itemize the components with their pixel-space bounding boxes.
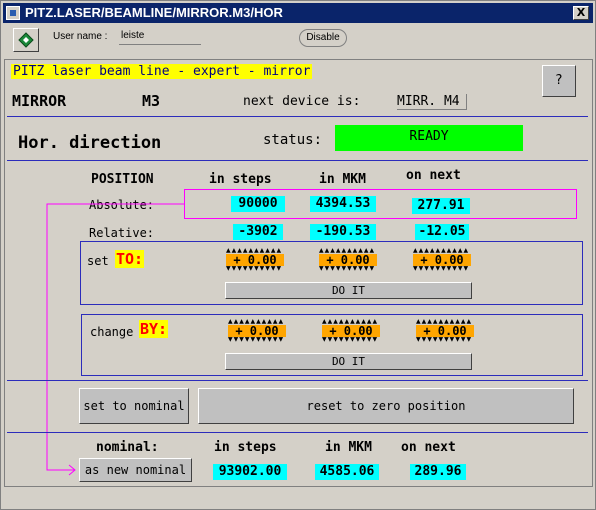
decrement-arrows[interactable]: ▼▼▼▼▼▼▼▼▼▼	[322, 337, 380, 343]
relative-steps-value: -3902	[233, 224, 283, 240]
stepper-value[interactable]: + 0.00	[228, 325, 286, 337]
set-to-keyword: TO:	[115, 250, 145, 268]
close-button[interactable]: X	[573, 6, 589, 20]
stepper-value[interactable]: + 0.00	[416, 325, 474, 337]
decrement-arrows[interactable]: ▼▼▼▼▼▼▼▼▼▼	[413, 266, 471, 272]
toolbar: User name : leiste Disable	[3, 25, 593, 55]
absolute-mkm-value: 4394.53	[310, 196, 376, 212]
next-device-value: MIRR. M4	[397, 94, 467, 110]
stepper-value[interactable]: + 0.00	[322, 325, 380, 337]
stepper-value[interactable]: + 0.00	[319, 254, 377, 266]
decrement-arrows[interactable]: ▼▼▼▼▼▼▼▼▼▼	[319, 266, 377, 272]
change-by-do-it-button[interactable]: DO IT	[225, 353, 472, 370]
stepper-value[interactable]: + 0.00	[226, 254, 284, 266]
change-by-next-stepper[interactable]: ▲▲▲▲▲▲▲▲▲▲ + 0.00 ▼▼▼▼▼▼▼▼▼▼	[416, 319, 474, 343]
divider	[7, 160, 588, 161]
relative-label: Relative:	[89, 226, 155, 240]
app-window: PITZ.LASER/BEAMLINE/MIRROR.M3/HOR X User…	[0, 0, 596, 510]
divider	[7, 116, 588, 117]
divider	[7, 380, 588, 381]
app-icon	[6, 6, 20, 20]
set-to-steps-stepper[interactable]: ▲▲▲▲▲▲▲▲▲▲ + 0.00 ▼▼▼▼▼▼▼▼▼▼	[226, 248, 284, 272]
col-header-next: on next	[406, 168, 461, 183]
change-by-mkm-stepper[interactable]: ▲▲▲▲▲▲▲▲▲▲ + 0.00 ▼▼▼▼▼▼▼▼▼▼	[322, 319, 380, 343]
set-label: set	[87, 254, 109, 268]
panel-title: PITZ laser beam line - expert - mirror	[11, 64, 313, 79]
nominal-header: nominal:	[96, 440, 159, 455]
as-new-nominal-button[interactable]: as new nominal	[79, 458, 192, 482]
user-name-label: User name :	[53, 31, 108, 42]
main-panel: PITZ laser beam line - expert - mirror ?…	[4, 59, 593, 487]
help-button[interactable]: ?	[542, 65, 576, 97]
col-header-mkm: in MKM	[319, 172, 366, 187]
decrement-arrows[interactable]: ▼▼▼▼▼▼▼▼▼▼	[228, 337, 286, 343]
nominal-col-steps: in steps	[214, 440, 277, 455]
set-to-mkm-stepper[interactable]: ▲▲▲▲▲▲▲▲▲▲ + 0.00 ▼▼▼▼▼▼▼▼▼▼	[319, 248, 377, 272]
nominal-col-mkm: in MKM	[325, 440, 372, 455]
title-bar: PITZ.LASER/BEAMLINE/MIRROR.M3/HOR X	[3, 3, 593, 23]
nominal-mkm-value: 4585.06	[315, 464, 379, 480]
absolute-steps-value: 90000	[231, 196, 285, 212]
change-by-steps-stepper[interactable]: ▲▲▲▲▲▲▲▲▲▲ + 0.00 ▼▼▼▼▼▼▼▼▼▼	[228, 319, 286, 343]
disable-button[interactable]: Disable	[299, 29, 347, 47]
device-name: MIRROR	[12, 92, 67, 110]
set-to-nominal-button[interactable]: set to nominal	[79, 388, 189, 424]
divider	[7, 432, 588, 433]
set-to-do-it-button[interactable]: DO IT	[225, 282, 472, 299]
decrement-arrows[interactable]: ▼▼▼▼▼▼▼▼▼▼	[416, 337, 474, 343]
status-label: status:	[263, 132, 323, 148]
absolute-next-value: 277.91	[412, 198, 470, 214]
diamond-icon	[18, 32, 34, 48]
nominal-col-next: on next	[401, 440, 456, 455]
change-by-keyword: BY:	[139, 320, 169, 338]
relative-mkm-value: -190.53	[310, 224, 376, 240]
direction-label: Hor. direction	[18, 133, 162, 153]
change-label: change	[90, 325, 134, 339]
set-to-next-stepper[interactable]: ▲▲▲▲▲▲▲▲▲▲ + 0.00 ▼▼▼▼▼▼▼▼▼▼	[413, 248, 471, 272]
next-device-label: next device is:	[243, 94, 361, 109]
col-header-steps: in steps	[209, 172, 272, 187]
window-title: PITZ.LASER/BEAMLINE/MIRROR.M3/HOR	[25, 5, 283, 20]
position-header: POSITION	[91, 172, 154, 187]
decrement-arrows[interactable]: ▼▼▼▼▼▼▼▼▼▼	[226, 266, 284, 272]
relative-next-value: -12.05	[415, 224, 469, 240]
stepper-value[interactable]: + 0.00	[413, 254, 471, 266]
reset-to-zero-button[interactable]: reset to zero position	[198, 388, 574, 424]
device-id: M3	[142, 92, 161, 110]
status-badge: READY	[335, 125, 523, 151]
nominal-next-value: 289.96	[410, 464, 466, 480]
user-name-field[interactable]: leiste	[119, 30, 201, 45]
home-button[interactable]	[13, 28, 39, 52]
nominal-steps-value: 93902.00	[213, 464, 287, 480]
